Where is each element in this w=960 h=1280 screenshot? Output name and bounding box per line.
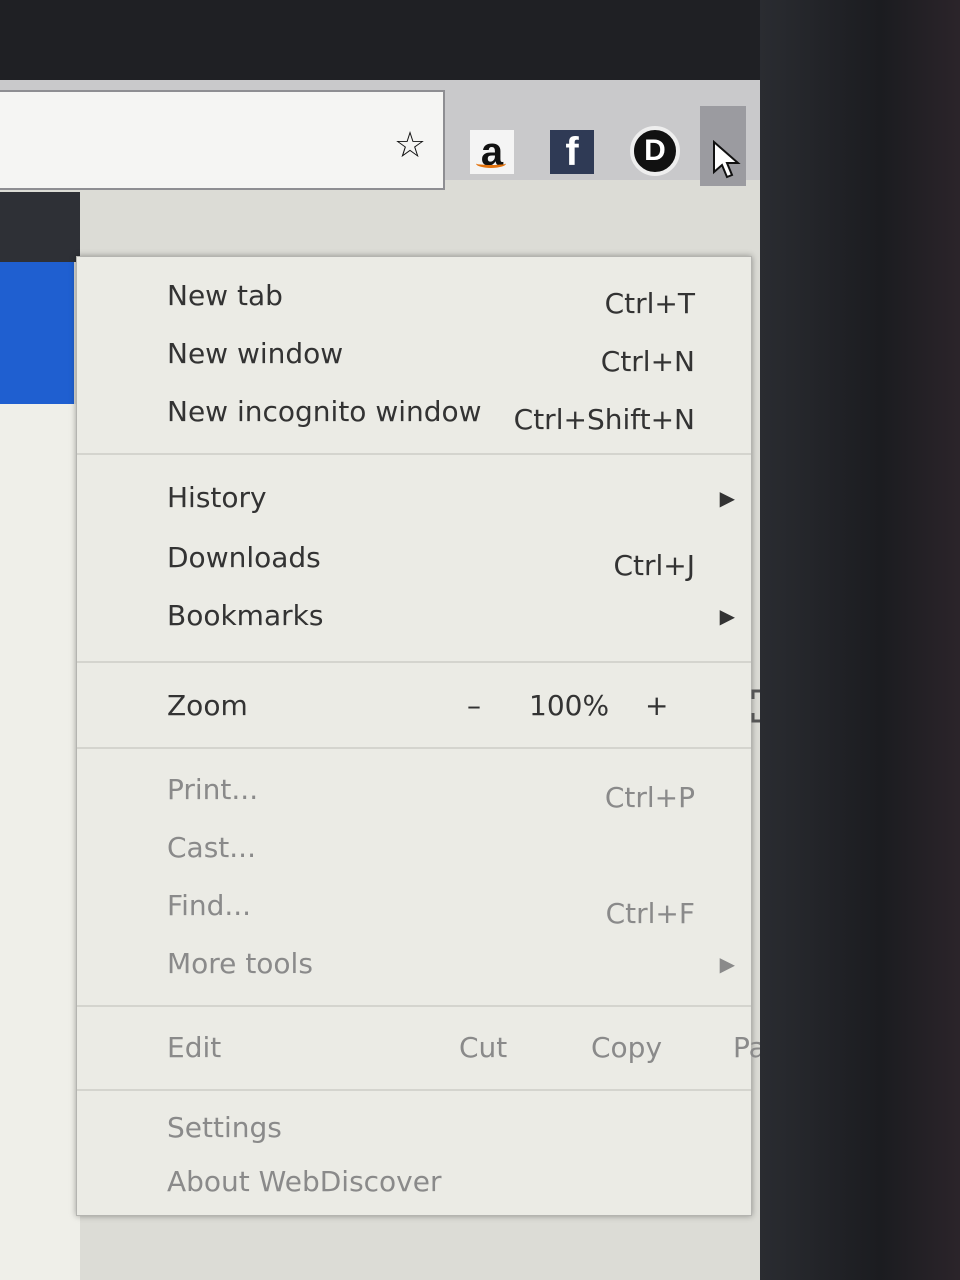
menu-separator: [77, 747, 751, 749]
zoom-in-button[interactable]: +: [645, 681, 668, 731]
menu-item-label: About WebDiscover: [167, 1165, 442, 1198]
menu-item-label: New incognito window: [167, 395, 482, 428]
menu-item-new-window[interactable]: New window Ctrl+N: [167, 329, 741, 379]
d-extension-icon[interactable]: D: [630, 126, 680, 176]
menu-item-label: New window: [167, 337, 344, 370]
menu-item-cast[interactable]: Cast...: [167, 823, 741, 873]
page-content: [0, 404, 80, 1280]
copy-button[interactable]: Copy: [591, 1023, 662, 1073]
page-blue-panel: [0, 262, 74, 404]
facebook-icon[interactable]: f: [550, 130, 594, 174]
fullscreen-icon[interactable]: [751, 689, 760, 723]
bookmark-star-icon[interactable]: ☆: [392, 128, 428, 164]
menu-item-shortcut: Ctrl+F: [605, 897, 695, 930]
monitor-bezel: [760, 0, 960, 1280]
menu-item-about[interactable]: About WebDiscover: [167, 1157, 741, 1207]
menu-item-label: Print...: [167, 773, 259, 806]
menu-separator: [77, 1005, 751, 1007]
menu-item-label: Cast...: [167, 831, 256, 864]
menu-item-shortcut: Ctrl+Shift+N: [513, 403, 695, 436]
menu-item-label: New tab: [167, 279, 283, 312]
menu-separator: [77, 1089, 751, 1091]
menu-item-shortcut: Ctrl+T: [604, 287, 695, 320]
menu-item-bookmarks[interactable]: Bookmarks ▶: [167, 591, 741, 641]
paste-button[interactable]: Paste: [733, 1023, 760, 1073]
menu-item-edit: Edit Cut Copy Paste: [167, 1023, 760, 1073]
menu-item-label: More tools: [167, 947, 313, 980]
menu-item-label: Downloads: [167, 541, 321, 574]
menu-item-history[interactable]: History ▶: [167, 473, 741, 523]
submenu-arrow-icon: ▶: [719, 486, 735, 510]
address-bar[interactable]: [0, 90, 445, 190]
facebook-letter: f: [565, 129, 579, 174]
menu-item-label: Edit: [167, 1031, 222, 1064]
amazon-icon[interactable]: a: [470, 130, 514, 174]
submenu-arrow-icon: ▶: [719, 604, 735, 628]
page-header-strip: [0, 192, 80, 262]
cut-button[interactable]: Cut: [459, 1023, 507, 1073]
menu-item-label: Find...: [167, 889, 252, 922]
d-letter: D: [644, 134, 666, 167]
menu-item-downloads[interactable]: Downloads Ctrl+J: [167, 533, 741, 583]
menu-item-label: Bookmarks: [167, 599, 324, 632]
zoom-value: 100%: [529, 689, 610, 722]
menu-item-shortcut: Ctrl+N: [600, 345, 695, 378]
browser-menu: New tab Ctrl+T New window Ctrl+N New inc…: [76, 256, 760, 1216]
menu-item-label: Zoom: [167, 689, 248, 722]
menu-item-zoom: Zoom – 100% +: [167, 681, 760, 731]
menu-item-label: History: [167, 481, 267, 514]
menu-item-shortcut: Ctrl+P: [604, 781, 695, 814]
menu-separator: [77, 453, 751, 455]
menu-item-shortcut: Ctrl+J: [613, 549, 695, 582]
menu-item-more-tools[interactable]: More tools ▶: [167, 939, 741, 989]
browser-window: ☆ a f D New tab Ctrl+T New window Ctrl+N…: [0, 80, 760, 1280]
menu-item-settings[interactable]: Settings: [167, 1103, 741, 1153]
menu-item-new-tab[interactable]: New tab Ctrl+T: [167, 271, 741, 321]
menu-item-label: Settings: [167, 1111, 282, 1144]
submenu-arrow-icon: ▶: [719, 952, 735, 976]
menu-item-print[interactable]: Print... Ctrl+P: [167, 765, 741, 815]
menu-item-new-incognito-window[interactable]: New incognito window Ctrl+Shift+N: [167, 387, 741, 437]
zoom-out-button[interactable]: –: [467, 681, 481, 731]
menu-item-find[interactable]: Find... Ctrl+F: [167, 881, 741, 931]
amazon-smile-icon: [476, 159, 506, 168]
cursor-icon: [713, 140, 741, 179]
menu-separator: [77, 661, 751, 663]
